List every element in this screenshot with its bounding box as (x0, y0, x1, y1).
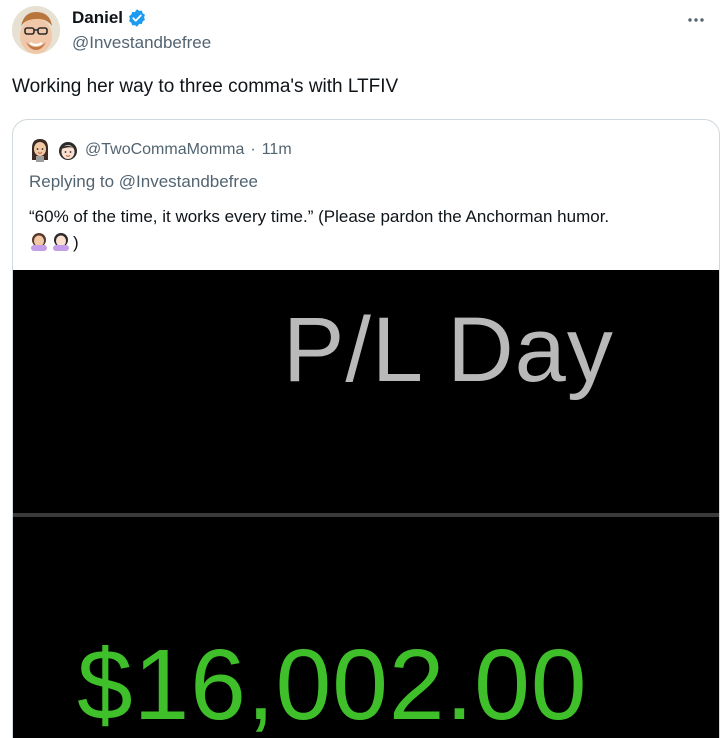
replying-to-label: Replying to (29, 172, 115, 191)
quote-media-image[interactable]: P/L Day $16,002.00 (13, 270, 719, 738)
quote-tweet-card[interactable]: @TwoCommaMomma · 11m Replying to @Invest… (12, 119, 720, 738)
quote-handle[interactable]: @TwoCommaMomma (85, 141, 244, 159)
quote-avatar-emoji-icon[interactable] (29, 138, 51, 162)
quote-timestamp[interactable]: 11m (262, 141, 292, 159)
woman-facepalming-emoji-icon (51, 231, 71, 251)
image-divider (13, 513, 719, 517)
author-name-row: Daniel (72, 8, 147, 28)
pl-day-value: $16,002.00 (77, 629, 588, 738)
replying-to-row: Replying to @Investandbefree (29, 172, 258, 192)
quote-header: @TwoCommaMomma · 11m (29, 138, 292, 162)
author-handle[interactable]: @Investandbefree (72, 33, 211, 53)
woman-facepalming-emoji-icon (29, 231, 49, 251)
quote-separator-dot: · (250, 141, 256, 158)
tweet-header: Daniel @Investandbefree (12, 6, 710, 58)
pl-day-label: P/L Day (283, 299, 614, 401)
tweet: Daniel @Investandbefree Working her way … (0, 0, 722, 738)
more-options-icon[interactable] (684, 8, 708, 32)
quote-avatar-emoji-icon-2 (57, 138, 79, 162)
replying-to-handle[interactable]: @Investandbefree (119, 172, 258, 191)
tweet-text: Working her way to three comma's with LT… (12, 76, 399, 97)
quote-text-body: “60% of the time, it works every time.” … (29, 207, 610, 226)
quote-text: “60% of the time, it works every time.” … (29, 204, 709, 256)
quote-text-end: ) (73, 233, 79, 252)
avatar[interactable] (12, 6, 60, 54)
verified-badge-icon (127, 8, 147, 28)
author-name[interactable]: Daniel (72, 8, 123, 28)
